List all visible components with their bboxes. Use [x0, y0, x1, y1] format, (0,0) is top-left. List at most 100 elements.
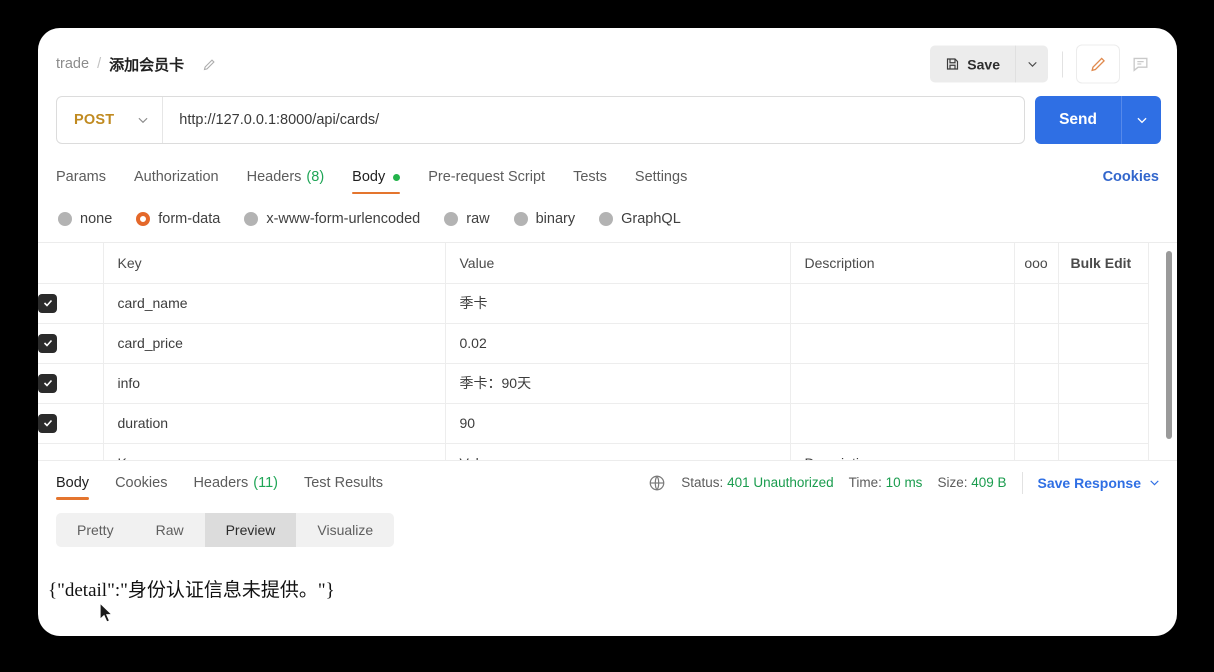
url-input[interactable]: http://127.0.0.1:8000/api/cards/	[163, 112, 1024, 128]
row-description[interactable]	[789, 403, 1015, 444]
view-mode-raw[interactable]: Raw	[135, 513, 205, 547]
tab-tests[interactable]: Tests	[573, 154, 607, 200]
row-checkbox-cell[interactable]	[38, 443, 104, 460]
row-value[interactable]: 90	[444, 403, 791, 444]
tab-label: Settings	[634, 169, 688, 185]
response-view-mode-group: Pretty Raw Preview Visualize	[56, 513, 395, 547]
row-spacer	[1057, 403, 1149, 444]
table-options-icon[interactable]: ooo	[1013, 243, 1059, 284]
row-value[interactable]: 季卡：90天	[444, 363, 791, 404]
table-row[interactable]: duration 90	[38, 403, 1149, 444]
comments-button[interactable]	[1119, 46, 1161, 83]
row-checkbox-cell[interactable]	[38, 403, 104, 444]
tab-settings[interactable]: Settings	[635, 154, 687, 200]
response-tab-body[interactable]: Body	[56, 461, 90, 505]
tab-label: Headers	[193, 474, 249, 491]
response-tab-test-results[interactable]: Test Results	[304, 461, 383, 505]
checkbox-checked-icon[interactable]	[38, 413, 57, 433]
send-dropdown-button[interactable]	[1121, 96, 1161, 144]
send-button[interactable]: Send	[1035, 96, 1121, 144]
tab-label: Test Results	[303, 474, 383, 491]
table-vertical-scrollbar[interactable]	[1166, 251, 1172, 439]
row-key[interactable]: card_name	[102, 283, 446, 324]
radio-icon	[58, 212, 72, 226]
view-mode-preview[interactable]: Preview	[204, 513, 297, 547]
radio-selected-icon	[136, 212, 151, 226]
body-type-raw[interactable]: raw	[444, 211, 490, 227]
body-type-form-data[interactable]: form-data	[136, 211, 220, 227]
tab-label: Body	[352, 169, 386, 185]
row-spacer	[1013, 403, 1059, 444]
tab-label: Body	[56, 474, 90, 491]
edit-request-button[interactable]	[1077, 45, 1119, 83]
row-description[interactable]	[789, 323, 1015, 364]
table-row[interactable]: info 季卡：90天	[38, 363, 1149, 404]
body-type-graphql[interactable]: GraphQL	[599, 211, 681, 227]
body-type-x-www-form-urlencoded[interactable]: x-www-form-urlencoded	[244, 211, 420, 227]
row-value[interactable]: 季卡	[444, 283, 791, 324]
tab-headers[interactable]: Headers (8)	[247, 154, 325, 200]
save-response-label: Save Response	[1037, 474, 1142, 491]
table-row[interactable]: card_price 0.02	[38, 323, 1149, 364]
table-row[interactable]: card_name 季卡	[38, 283, 1149, 324]
row-checkbox-cell[interactable]	[38, 323, 104, 364]
row-value[interactable]: 0.02	[444, 323, 791, 364]
body-type-binary[interactable]: binary	[513, 211, 575, 227]
window-header: trade / 添加会员卡 Save	[38, 28, 1177, 100]
row-checkbox-cell[interactable]	[38, 283, 104, 324]
response-tab-cookies[interactable]: Cookies	[115, 461, 167, 505]
radio-icon	[244, 212, 259, 226]
globe-icon[interactable]	[648, 474, 666, 492]
table-new-row[interactable]: Key Value Description	[38, 443, 1149, 460]
radio-label: GraphQL	[621, 211, 681, 227]
bulk-edit-button[interactable]: Bulk Edit	[1057, 243, 1149, 284]
breadcrumb-request-name[interactable]: 添加会员卡	[109, 54, 184, 75]
row-spacer	[1013, 283, 1059, 324]
http-method-select[interactable]: POST	[57, 97, 164, 143]
row-spacer	[1013, 363, 1059, 404]
size-group: Size: 409 B	[937, 475, 1006, 490]
tab-authorization[interactable]: Authorization	[134, 154, 219, 200]
mouse-cursor-icon	[99, 601, 116, 631]
new-row-description-input[interactable]: Description	[789, 443, 1015, 460]
save-dropdown-button[interactable]	[1015, 45, 1048, 83]
pencil-icon	[1089, 55, 1108, 74]
time-label: Time:	[848, 475, 882, 490]
save-button[interactable]: Save	[930, 45, 1015, 83]
row-key[interactable]: info	[102, 363, 446, 404]
breadcrumb-collection[interactable]: trade	[56, 56, 89, 72]
checkbox-checked-icon[interactable]	[38, 293, 57, 313]
save-button-group: Save	[930, 45, 1048, 83]
cookies-link[interactable]: Cookies	[1103, 169, 1159, 185]
response-tab-headers[interactable]: Headers (11)	[193, 461, 278, 505]
body-type-none[interactable]: none	[58, 211, 112, 227]
send-button-group: Send	[1035, 96, 1161, 144]
header-actions: Save	[930, 45, 1161, 83]
save-response-button[interactable]: Save Response	[1038, 475, 1162, 491]
radio-label: none	[80, 211, 113, 227]
checkbox-checked-icon[interactable]	[38, 373, 57, 393]
view-mode-pretty[interactable]: Pretty	[56, 513, 135, 547]
form-data-table: Key Value Description ooo Bulk Edit card…	[38, 243, 1149, 460]
radio-label: form-data	[158, 211, 221, 227]
comment-icon	[1131, 55, 1150, 74]
tab-params[interactable]: Params	[56, 154, 106, 200]
row-key[interactable]: duration	[102, 403, 446, 444]
pencil-icon[interactable]	[202, 57, 217, 72]
radio-label: x-www-form-urlencoded	[266, 211, 421, 227]
row-key[interactable]: card_price	[102, 323, 446, 364]
new-row-value-input[interactable]: Value	[444, 443, 791, 460]
new-row-key-input[interactable]: Key	[102, 443, 446, 460]
tab-pre-request-script[interactable]: Pre-request Script	[428, 154, 545, 200]
row-description[interactable]	[789, 283, 1015, 324]
size-value: 409 B	[971, 475, 1007, 490]
tab-body[interactable]: Body	[352, 154, 401, 200]
row-checkbox-cell[interactable]	[38, 363, 104, 404]
view-mode-visualize[interactable]: Visualize	[296, 513, 394, 547]
tab-label: Pre-request Script	[428, 169, 546, 185]
request-url-bar: POST http://127.0.0.1:8000/api/cards/ Se…	[38, 96, 1177, 144]
row-spacer	[1057, 363, 1149, 404]
checkbox-checked-icon[interactable]	[38, 333, 57, 353]
tab-count: (11)	[253, 474, 278, 491]
row-description[interactable]	[789, 363, 1015, 404]
